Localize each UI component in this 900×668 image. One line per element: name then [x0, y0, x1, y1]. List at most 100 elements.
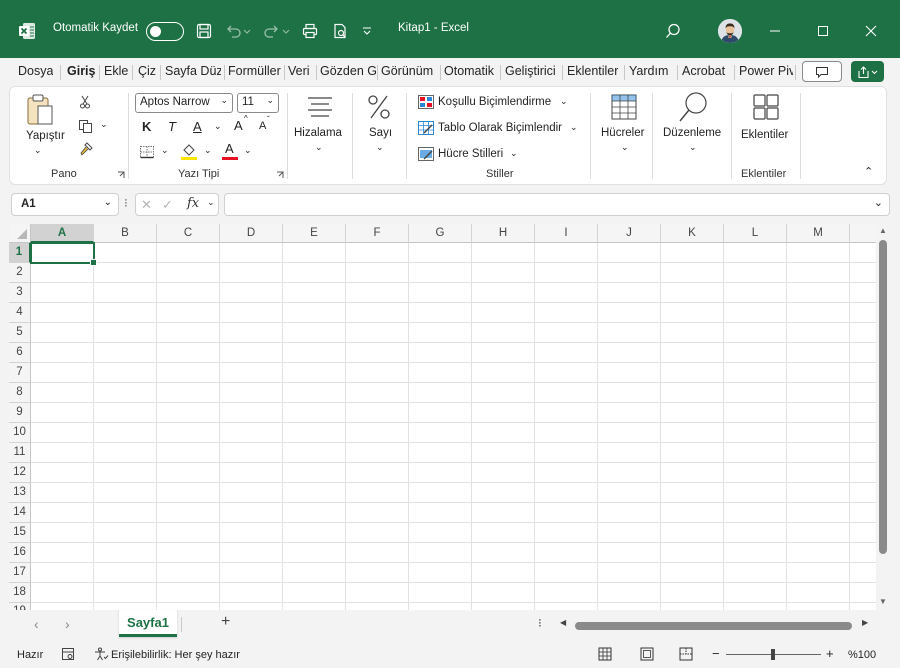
- select-all-button[interactable]: [9, 224, 31, 243]
- tab-draw[interactable]: Çiz: [138, 64, 156, 78]
- paste-dropdown-icon[interactable]: ⌄: [34, 145, 42, 156]
- tab-home[interactable]: Giriş: [67, 64, 96, 78]
- user-avatar[interactable]: [718, 19, 742, 43]
- tab-insert[interactable]: Ekle: [104, 64, 128, 78]
- share-button[interactable]: [851, 61, 884, 82]
- editing-dropdown-icon[interactable]: ⌄: [689, 142, 697, 153]
- row-header[interactable]: 18: [9, 583, 31, 603]
- scroll-up-icon[interactable]: ▲: [879, 226, 887, 235]
- scroll-down-icon[interactable]: ▼: [879, 597, 887, 606]
- alignment-icon[interactable]: [306, 95, 334, 124]
- print-preview-icon[interactable]: [331, 22, 349, 40]
- tab-data[interactable]: Veri: [288, 64, 310, 78]
- font-name-select[interactable]: Aptos Narrow ⌄: [135, 93, 233, 113]
- column-header[interactable]: K: [661, 224, 724, 243]
- redo-icon[interactable]: [262, 22, 292, 40]
- close-icon[interactable]: [862, 22, 880, 40]
- row-header[interactable]: 3: [9, 283, 31, 303]
- customize-toolbar-icon[interactable]: [361, 24, 373, 38]
- addins-button[interactable]: Eklentiler: [741, 129, 788, 141]
- row-header[interactable]: 5: [9, 323, 31, 343]
- cell-styles-dropdown-icon[interactable]: ⌄: [510, 148, 518, 159]
- format-as-table-button[interactable]: Tablo Olarak Biçimlendir: [438, 122, 562, 134]
- column-header[interactable]: A: [31, 224, 94, 243]
- cut-icon[interactable]: [78, 95, 92, 112]
- accessibility-status[interactable]: Erişilebilirlik: Her şey hazır: [111, 649, 240, 661]
- table-dropdown-icon[interactable]: ⌄: [570, 122, 578, 133]
- font-launcher-icon[interactable]: [276, 171, 284, 179]
- formula-input[interactable]: ⌄: [224, 193, 890, 216]
- alignment-label[interactable]: Hizalama: [294, 127, 342, 139]
- row-header[interactable]: 17: [9, 563, 31, 583]
- vertical-scroll-thumb[interactable]: [879, 240, 887, 554]
- column-header[interactable]: F: [346, 224, 409, 243]
- copy-dropdown-icon[interactable]: ⌄: [100, 119, 108, 130]
- undo-icon[interactable]: [223, 22, 253, 40]
- row-header[interactable]: 1: [9, 243, 31, 263]
- row-header[interactable]: 15: [9, 523, 31, 543]
- format-painter-icon[interactable]: [78, 141, 94, 160]
- macro-record-icon[interactable]: [61, 647, 75, 664]
- fill-color-icon[interactable]: [180, 143, 198, 164]
- splitter-handle-icon[interactable]: ⁝: [538, 616, 542, 630]
- row-header[interactable]: 19: [9, 603, 31, 610]
- number-dropdown-icon[interactable]: ⌄: [376, 142, 384, 153]
- zoom-out-button[interactable]: −: [712, 646, 720, 661]
- zoom-in-button[interactable]: +: [826, 646, 834, 661]
- tab-acrobat[interactable]: Acrobat: [682, 64, 725, 78]
- zoom-level[interactable]: %100: [848, 649, 876, 661]
- cell-styles-button[interactable]: Hücre Stilleri: [438, 148, 503, 160]
- zoom-slider-thumb[interactable]: [771, 649, 775, 660]
- font-color-button[interactable]: A: [222, 141, 238, 161]
- comments-button[interactable]: [802, 61, 842, 82]
- prev-sheet-icon[interactable]: ‹: [34, 616, 39, 632]
- active-cell-a1[interactable]: [30, 242, 97, 266]
- column-header[interactable]: I: [535, 224, 598, 243]
- row-header[interactable]: 16: [9, 543, 31, 563]
- enter-icon[interactable]: ✓: [162, 197, 173, 213]
- italic-button[interactable]: T: [168, 119, 176, 134]
- next-sheet-icon[interactable]: ›: [65, 616, 70, 632]
- number-label[interactable]: Sayı: [369, 127, 392, 139]
- alignment-dropdown-icon[interactable]: ⌄: [315, 142, 323, 153]
- insert-function-button[interactable]: fx: [187, 196, 199, 211]
- search-icon[interactable]: [664, 22, 682, 40]
- tab-addins[interactable]: Eklentiler: [567, 64, 618, 78]
- add-sheet-button[interactable]: +: [221, 613, 230, 631]
- column-header[interactable]: G: [409, 224, 472, 243]
- row-header[interactable]: 7: [9, 363, 31, 383]
- format-as-table-icon[interactable]: [418, 121, 434, 138]
- fill-color-dropdown-icon[interactable]: ⌄: [204, 145, 212, 156]
- pano-launcher-icon[interactable]: [117, 171, 125, 179]
- column-header[interactable]: B: [94, 224, 157, 243]
- tab-developer[interactable]: Geliştirici: [505, 64, 556, 78]
- copy-icon[interactable]: [78, 119, 94, 136]
- column-header[interactable]: M: [787, 224, 850, 243]
- tab-power-pivot[interactable]: Power Piv: [739, 64, 793, 78]
- accessibility-icon[interactable]: [93, 647, 109, 664]
- column-header[interactable]: C: [157, 224, 220, 243]
- row-header[interactable]: 4: [9, 303, 31, 323]
- column-header[interactable]: [850, 224, 876, 243]
- row-header[interactable]: 13: [9, 483, 31, 503]
- editing-label[interactable]: Düzenleme: [663, 127, 721, 139]
- column-header[interactable]: H: [472, 224, 535, 243]
- row-header[interactable]: 10: [9, 423, 31, 443]
- row-header[interactable]: 8: [9, 383, 31, 403]
- borders-dropdown-icon[interactable]: ⌄: [161, 145, 169, 156]
- row-header[interactable]: 9: [9, 403, 31, 423]
- cells-label[interactable]: Hücreler: [601, 127, 644, 139]
- tab-help[interactable]: Yardım: [629, 64, 668, 78]
- quick-print-icon[interactable]: [301, 22, 319, 40]
- scroll-left-icon[interactable]: ◀: [560, 618, 566, 627]
- more-options-icon[interactable]: ⁝: [124, 196, 128, 210]
- excel-icon[interactable]: [18, 22, 36, 40]
- minimize-icon[interactable]: [766, 22, 784, 40]
- underline-dropdown-icon[interactable]: ⌄: [214, 121, 222, 132]
- page-layout-view-icon[interactable]: [640, 647, 654, 664]
- row-header[interactable]: 11: [9, 443, 31, 463]
- paste-label[interactable]: Yapıştır: [26, 130, 65, 142]
- row-header[interactable]: 12: [9, 463, 31, 483]
- tab-page-layout[interactable]: Sayfa Düz: [165, 64, 221, 78]
- bold-button[interactable]: K: [142, 119, 151, 134]
